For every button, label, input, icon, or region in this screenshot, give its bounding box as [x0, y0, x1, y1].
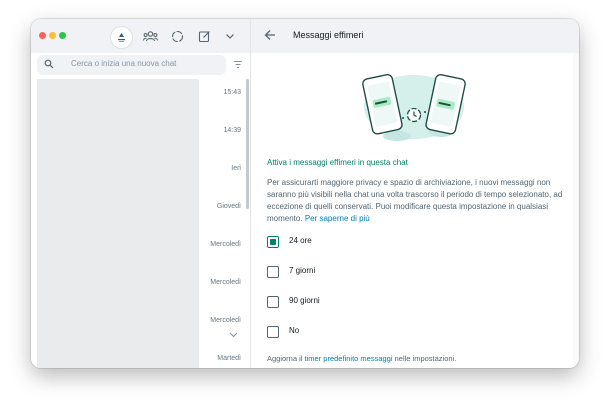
app-window: Cerca o inizia una nuova chat 15:43 14:3…: [31, 19, 579, 368]
chat-row[interactable]: Ieri: [199, 155, 250, 194]
chevron-down-icon[interactable]: [222, 28, 238, 44]
option-checkbox[interactable]: [267, 296, 279, 308]
zoom-window-button[interactable]: [59, 32, 66, 39]
chat-row[interactable]: Mercoledì: [199, 307, 250, 346]
chat-menu-chevron-icon[interactable]: [229, 332, 238, 338]
filter-icon[interactable]: [233, 60, 243, 69]
chat-time: Giovedì: [216, 203, 241, 210]
chat-time: Mercoledì: [210, 317, 241, 324]
chat-row[interactable]: Mercoledì: [199, 231, 250, 270]
option-label: 90 giorni: [289, 296, 320, 305]
new-chat-icon[interactable]: [196, 28, 212, 44]
back-arrow-icon[interactable]: [264, 29, 276, 41]
option-checkbox-checked[interactable]: [267, 236, 279, 248]
ephemeral-phones-illustration: [362, 73, 466, 141]
panel-scroll-track[interactable]: [573, 53, 579, 368]
option-label: No: [289, 326, 300, 335]
profile-avatar[interactable]: [110, 26, 133, 49]
default-timer-link[interactable]: timer predefinito messaggi: [305, 354, 393, 363]
chat-time: Mercoledì: [210, 241, 241, 248]
chat-time: Mercoledì: [210, 279, 241, 286]
chat-sidebar: Cerca o inizia una nuova chat 15:43 14:3…: [31, 19, 251, 368]
chat-time: 14:39: [223, 127, 241, 134]
profile-logo-icon: [118, 33, 125, 42]
search-input[interactable]: Cerca o inizia una nuova chat: [37, 55, 226, 75]
panel-title: Messaggi effimeri: [293, 30, 364, 40]
option-checkbox[interactable]: [267, 266, 279, 278]
chat-row[interactable]: 14:39: [199, 117, 250, 156]
option-checkbox[interactable]: [267, 326, 279, 338]
search-placeholder: Cerca o inizia una nuova chat: [71, 59, 177, 68]
close-window-button[interactable]: [39, 32, 46, 39]
search-row: Cerca o inizia una nuova chat: [31, 53, 250, 79]
description-text: Per assicurarti maggiore privacy e spazi…: [267, 177, 567, 225]
option-label: 24 ore: [289, 236, 312, 245]
panel-header: Messaggi effimeri: [251, 19, 579, 53]
chat-time: Ieri: [231, 165, 241, 172]
chat-row[interactable]: Giovedì: [199, 193, 250, 232]
chat-row[interactable]: 15:43: [199, 79, 250, 118]
search-icon: [44, 59, 54, 69]
footer-prefix: Aggiorna il: [267, 354, 303, 363]
footer-suffix: nelle impostazioni.: [394, 354, 457, 363]
chat-time: 15:43: [223, 89, 241, 96]
status-icon[interactable]: [169, 28, 185, 44]
chat-list-redacted-area: [37, 79, 199, 368]
section-title: Attiva i messaggi effimeri in questa cha…: [267, 158, 408, 167]
chat-row[interactable]: Martedì: [199, 345, 250, 368]
ephemeral-messages-panel: Messaggi effimeri Attiva i messaggi effi…: [251, 19, 579, 368]
chat-time: Martedì: [217, 355, 241, 362]
communities-icon[interactable]: [142, 28, 158, 44]
sidebar-header: [31, 19, 250, 53]
chat-row[interactable]: Mercoledì: [199, 269, 250, 308]
chat-list-scrollbar[interactable]: [246, 79, 249, 209]
option-label: 7 giorni: [289, 266, 316, 275]
learn-more-link[interactable]: Per saperne di più: [305, 214, 370, 223]
default-timer-note: Aggiorna il timer predefinito messaggi n…: [267, 354, 456, 363]
minimize-window-button[interactable]: [49, 32, 56, 39]
